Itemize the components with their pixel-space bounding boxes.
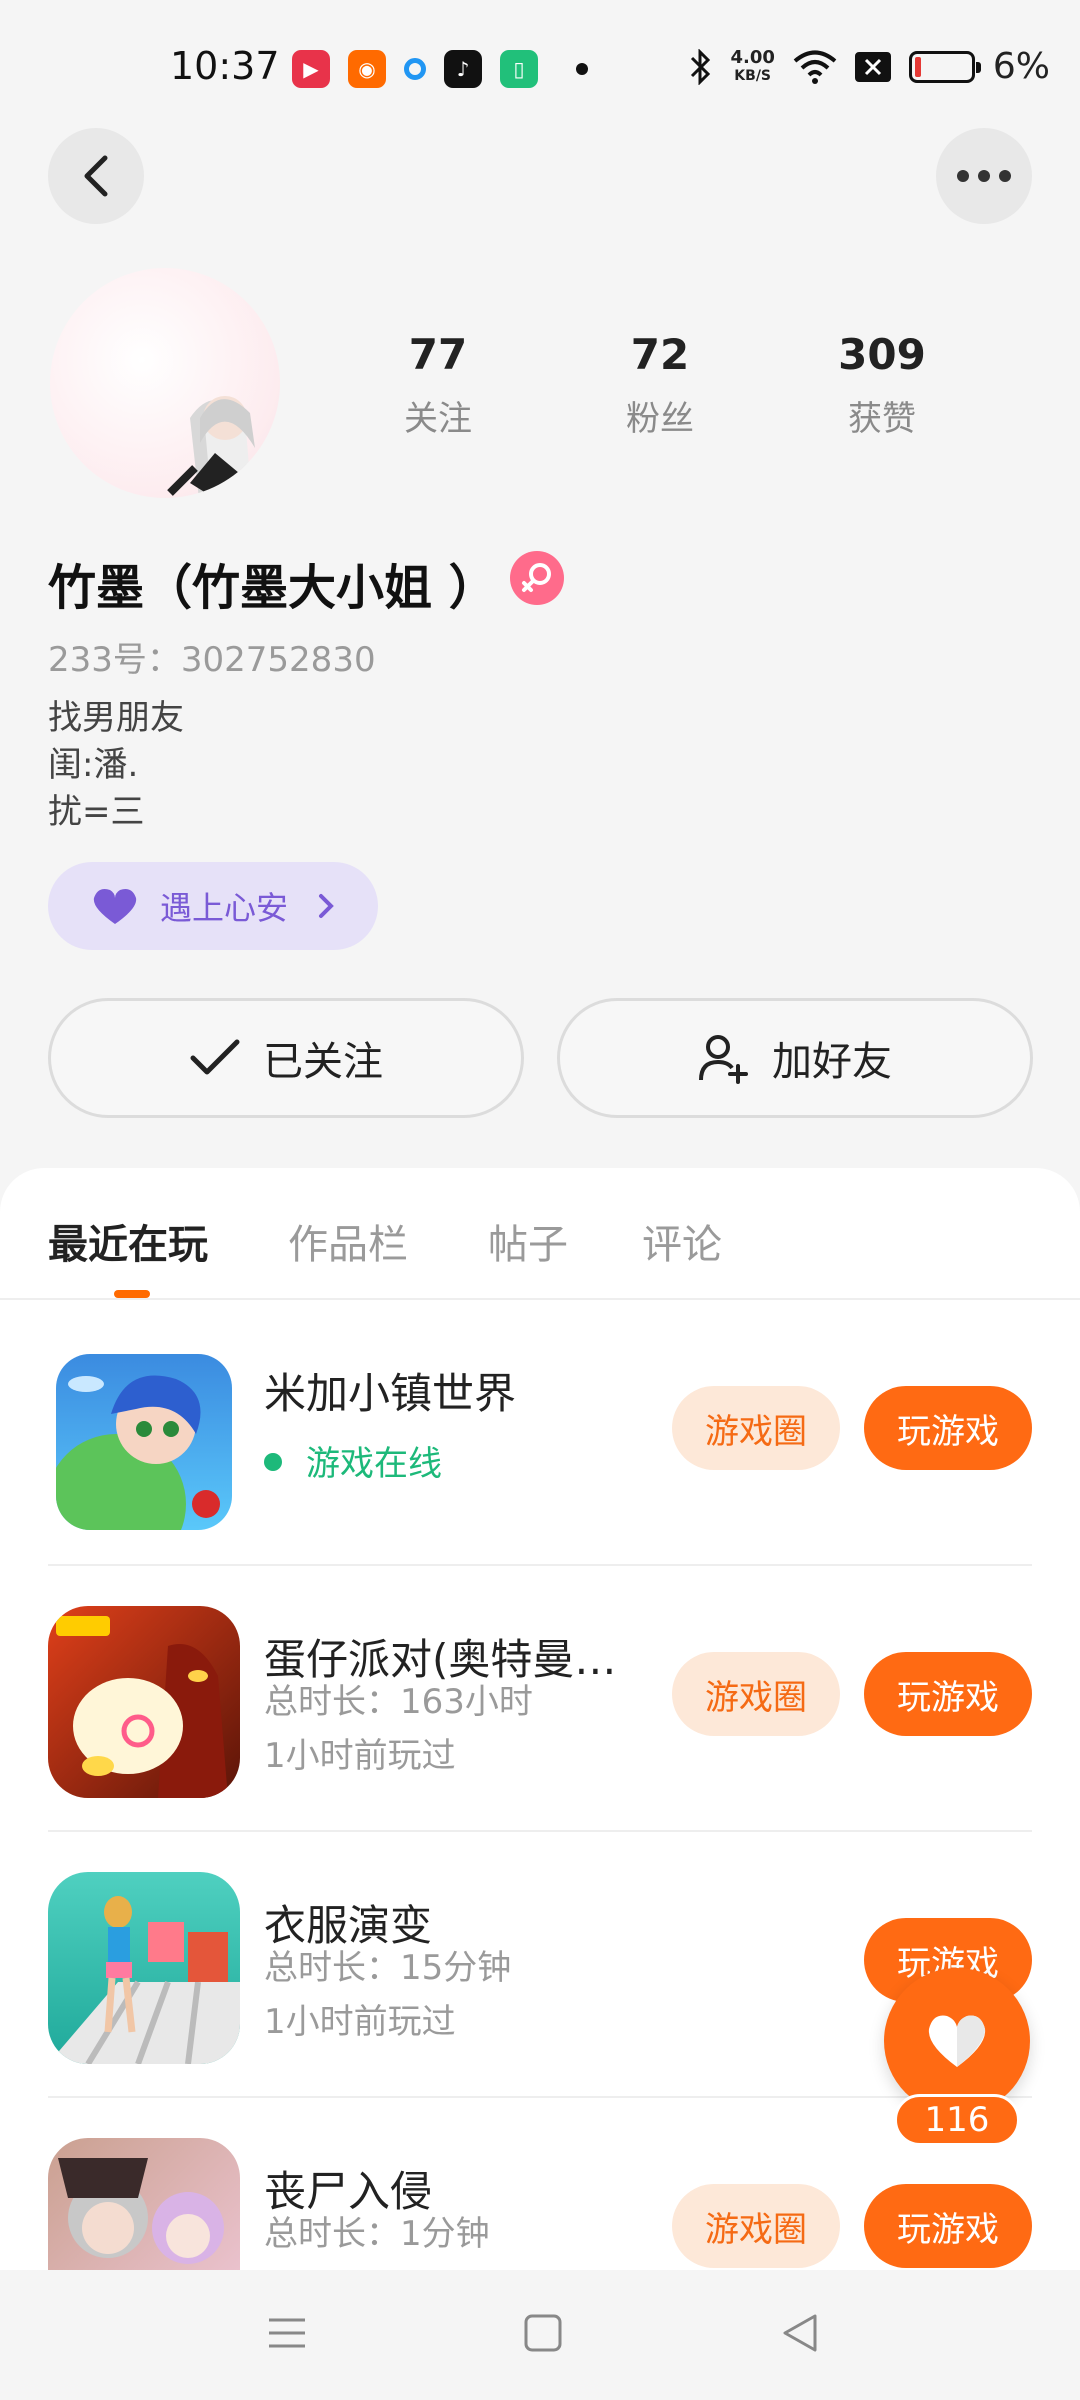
chevron-right-icon [319, 894, 334, 918]
heart-icon [928, 2015, 986, 2067]
tab-bar: 最近在玩 作品栏 帖子 评论 [0, 1168, 1080, 1300]
chevron-left-icon [84, 155, 108, 197]
add-user-icon [699, 1035, 748, 1084]
tab-works[interactable]: 作品栏 [288, 1212, 408, 1270]
game-icon-eggy-party[interactable] [48, 1606, 240, 1798]
check-icon [190, 1039, 240, 1075]
user-id: 233号：302752830 [48, 640, 376, 680]
video-app-icon: ▶ [292, 50, 330, 88]
avatar[interactable] [50, 268, 280, 498]
no-sim-icon [854, 51, 891, 82]
game-playtime: 总时长：15分钟 [264, 1948, 512, 1988]
followed-button[interactable]: 已关注 [48, 998, 524, 1118]
kuaishou-icon: ◉ [348, 50, 386, 88]
tab-posts[interactable]: 帖子 [488, 1212, 568, 1270]
stat-followers[interactable]: 72 粉丝 [580, 330, 740, 440]
back-button[interactable] [48, 128, 144, 224]
phone-clean-icon: ▯ [500, 50, 538, 88]
game-last-played: 1小时前玩过 [264, 2002, 456, 2042]
more-dots-icon [957, 170, 1011, 182]
system-icons: 4.00 KB/S 6% [688, 46, 1050, 87]
play-game-button[interactable]: 玩游戏 [864, 1652, 1032, 1736]
battery-percent: 6% [992, 46, 1050, 87]
game-last-played: 1小时前玩过 [264, 1736, 456, 1776]
game-playtime: 总时长：1分钟 [264, 2214, 490, 2254]
add-friend-button[interactable]: 加好友 [557, 998, 1033, 1118]
like-count: 116 [894, 2094, 1020, 2146]
game-circle-button[interactable]: 游戏圈 [672, 2184, 840, 2268]
game-circle-button[interactable]: 游戏圈 [672, 1386, 840, 1470]
heart-icon [93, 889, 137, 924]
tab-indicator [114, 1290, 150, 1298]
wifi-icon [793, 50, 837, 84]
profile-tag[interactable]: 遇上心安 [48, 862, 378, 950]
play-game-button[interactable]: 玩游戏 [864, 2184, 1032, 2268]
online-dot-icon [264, 1452, 282, 1471]
home-icon[interactable] [523, 2312, 563, 2354]
more-button[interactable] [936, 128, 1032, 224]
status-time: 10:37 [170, 44, 280, 88]
female-gender-icon [510, 551, 564, 605]
more-notifications-icon [576, 63, 588, 75]
network-speed: 4.00 KB/S [730, 46, 775, 84]
back-nav-icon[interactable] [780, 2312, 820, 2354]
game-name: 米加小镇世界 [264, 1369, 517, 1418]
tiktok-icon: ♪ [444, 50, 482, 88]
game-row[interactable]: 米加小镇世界 游戏在线 游戏圈 玩游戏 [0, 1300, 1080, 1566]
game-circle-button[interactable]: 游戏圈 [672, 1652, 840, 1736]
browser-dot-icon [404, 58, 426, 80]
game-icon-outfit-evolution[interactable] [48, 1872, 240, 2064]
tab-comments[interactable]: 评论 [642, 1212, 722, 1270]
tab-recent-play[interactable]: 最近在玩 [48, 1212, 208, 1270]
status-bar: 10:37 ▶ ◉ ♪ ▯ 4.00 KB/S 6% [0, 0, 1080, 140]
battery-icon [908, 50, 981, 83]
notification-icons: ▶ ◉ ♪ ▯ [292, 50, 588, 88]
bio: 找男朋友 闺:潘. 扰=三 [48, 698, 184, 832]
game-icon-zombie-invasion[interactable] [48, 2138, 240, 2270]
profile-name: 竹墨（竹墨大小姐 ） [48, 560, 497, 616]
game-row[interactable]: 蛋仔派对(奥特曼联… 总时长：163小时 1小时前玩过 游戏圈 玩游戏 [0, 1566, 1080, 1832]
like-button[interactable] [884, 1968, 1030, 2114]
stat-following[interactable]: 77 关注 [358, 330, 518, 440]
game-online-status: 游戏在线 [264, 1436, 442, 1485]
menu-icon[interactable] [266, 2312, 308, 2354]
stat-likes[interactable]: 309 获赞 [802, 330, 962, 440]
avatar-anime-girl-image [167, 396, 255, 498]
game-playtime: 总时长：163小时 [264, 1682, 533, 1722]
play-game-button[interactable]: 玩游戏 [864, 1386, 1032, 1470]
game-icon-miga[interactable] [56, 1354, 232, 1530]
bluetooth-icon [691, 48, 711, 85]
system-nav-bar [0, 2270, 1080, 2400]
